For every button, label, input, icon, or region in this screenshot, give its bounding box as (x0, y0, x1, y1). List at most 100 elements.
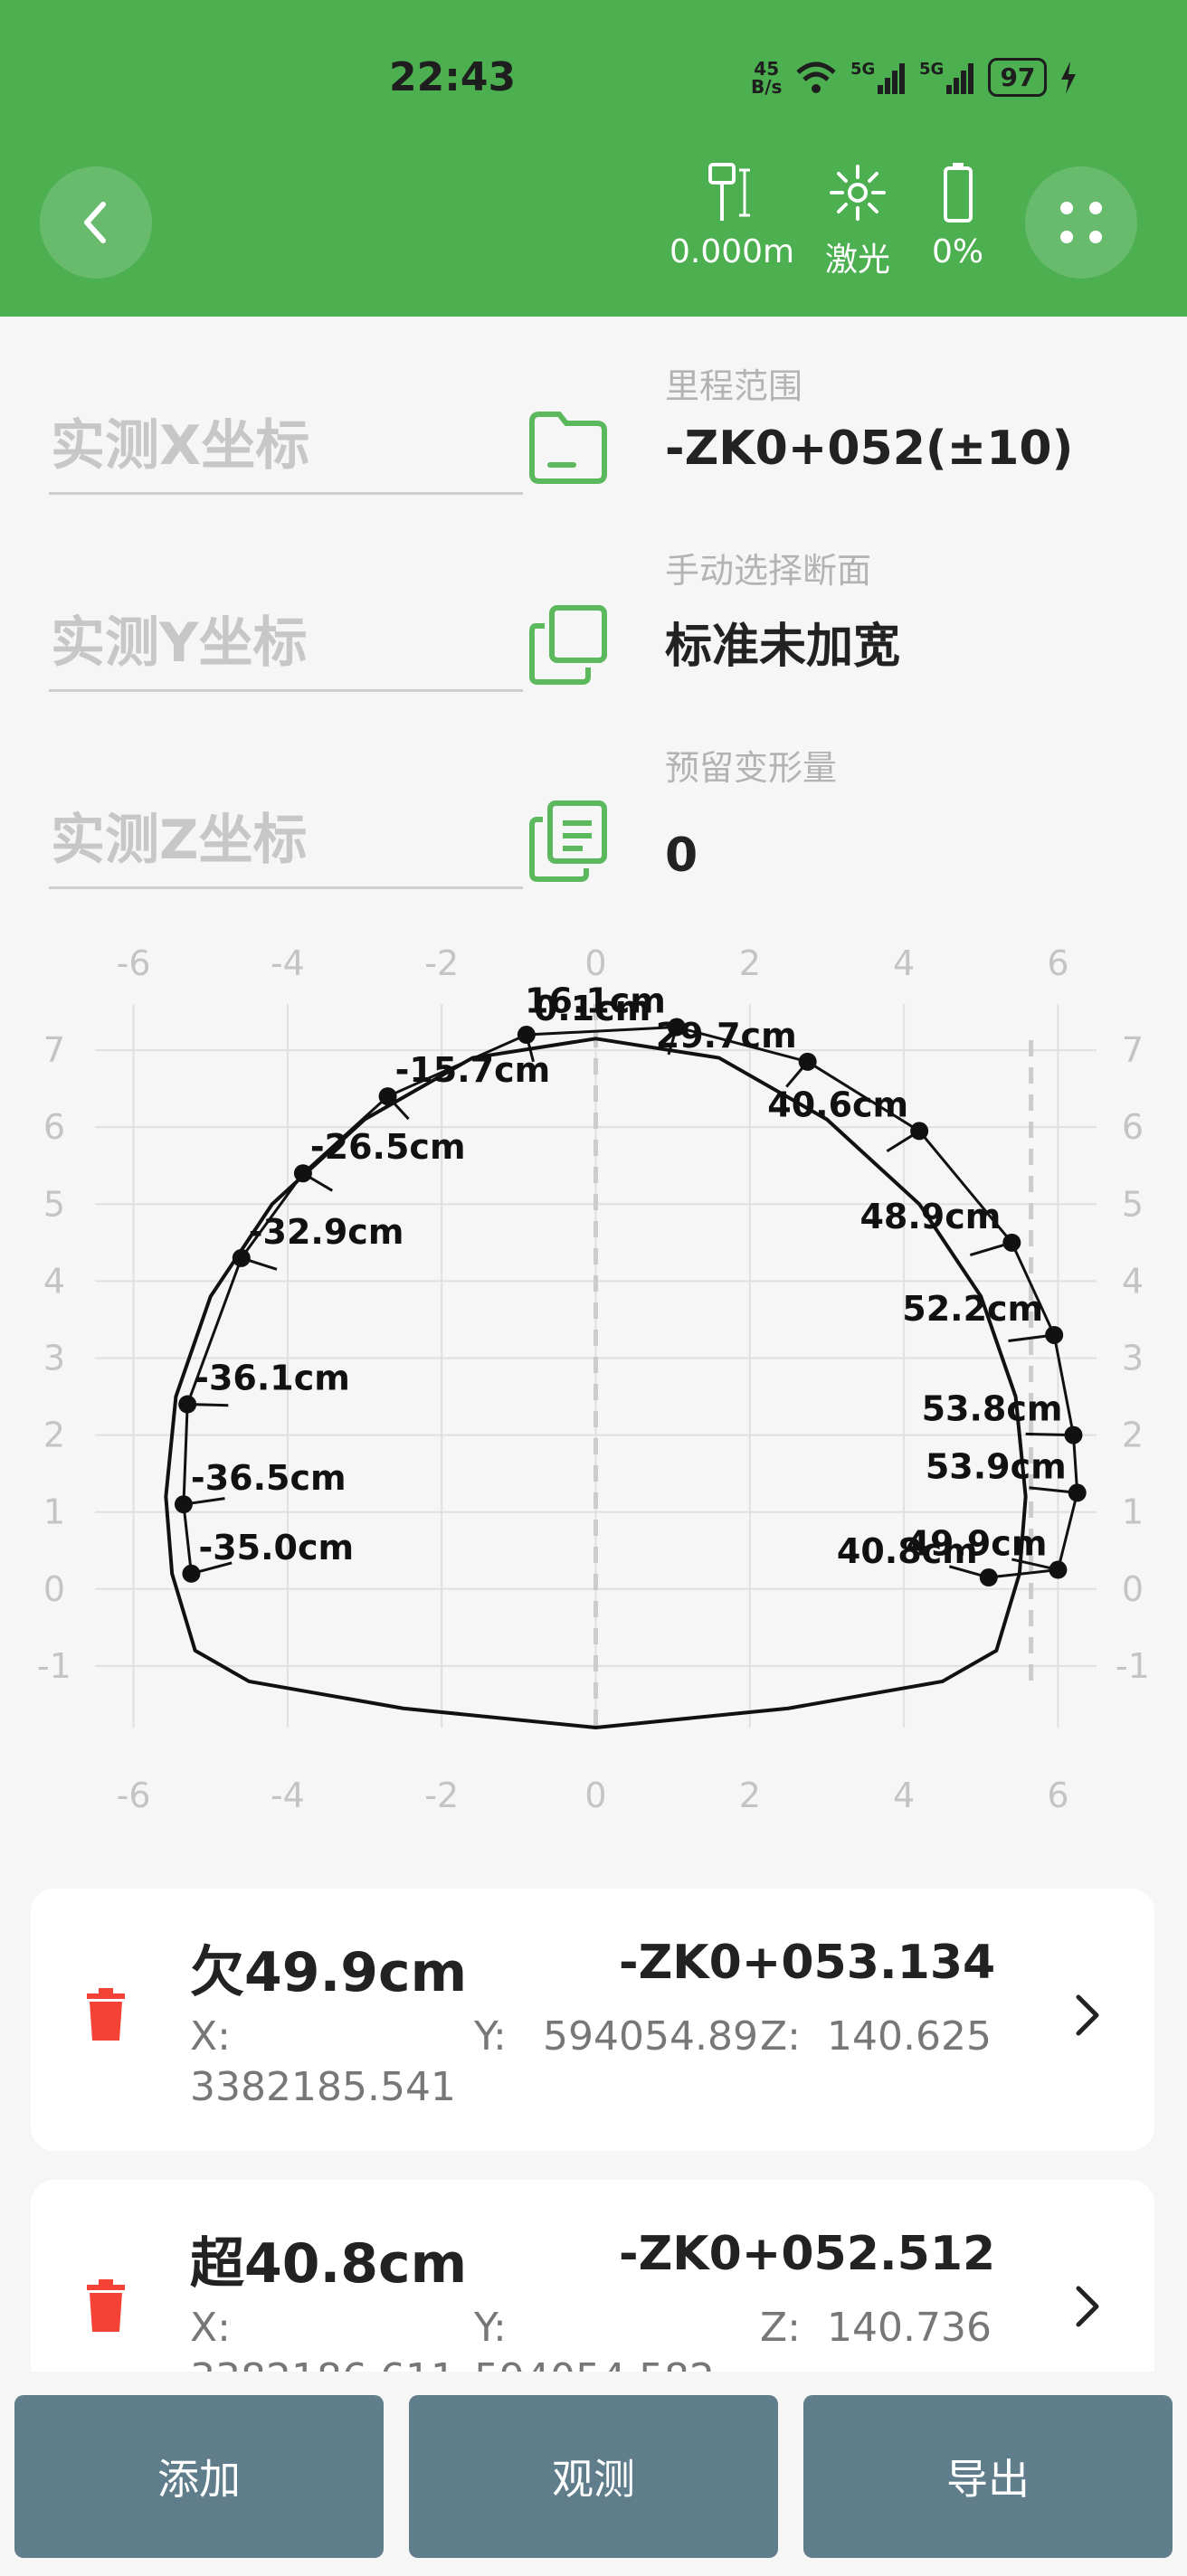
measured-point (182, 1564, 201, 1583)
device-battery-value: 0% (932, 233, 984, 270)
x-tick-label-bottom: 4 (893, 1776, 915, 1815)
point-label: -36.1cm (195, 1359, 350, 1398)
record-z-label: Z: (760, 2305, 801, 2351)
y-tick-label-right: 3 (1122, 1338, 1144, 1378)
record-station: -ZK0+052.512 (619, 2227, 996, 2281)
app-header: 22:43 45 B/s 5G 5G 97 0.000m 激光 0% (0, 0, 1187, 317)
wifi-icon (796, 62, 837, 93)
y-tick-label-right: -1 (1116, 1646, 1150, 1686)
document-icon[interactable] (525, 798, 612, 885)
y-tick-label-right: 4 (1122, 1261, 1144, 1301)
measured-point (1002, 1233, 1021, 1252)
y-coordinate-input[interactable] (49, 599, 527, 687)
signal-icon-2: 5G (919, 60, 974, 94)
point-label: -36.5cm (191, 1458, 347, 1498)
point-label: 40.6cm (767, 1084, 908, 1124)
measured-point (378, 1087, 397, 1106)
point-label: 53.9cm (926, 1446, 1067, 1486)
measured-point (1068, 1483, 1087, 1502)
folder-icon[interactable] (525, 403, 612, 490)
point-label: -35.0cm (198, 1528, 354, 1567)
point-label: -15.7cm (395, 1050, 551, 1090)
measured-point (174, 1495, 193, 1514)
prism-pole-icon (708, 163, 751, 221)
height-status[interactable]: 0.000m (669, 161, 794, 270)
x-coordinate-input[interactable] (49, 402, 527, 490)
section-value[interactable]: 标准未加宽 (665, 608, 900, 676)
measured-point (910, 1122, 929, 1141)
height-value: 0.000m (669, 233, 795, 270)
y-tick-label-right: 0 (1122, 1569, 1144, 1609)
measured-point (1049, 1560, 1068, 1579)
record-x-value: 3382185.541 (190, 2064, 456, 2110)
point-label: 53.8cm (922, 1389, 1063, 1429)
svg-text:5G: 5G (919, 60, 944, 79)
bottom-action-bar: 添加 观测 导出 (0, 2372, 1187, 2576)
y-tick-label-left: 3 (43, 1338, 65, 1378)
add-button[interactable]: 添加 (14, 2395, 384, 2558)
net-speed: 45 B/s (751, 57, 783, 98)
z-coordinate-field-wrap (49, 796, 527, 889)
measured-point (798, 1052, 817, 1071)
measured-point (232, 1248, 251, 1267)
measured-point (293, 1164, 312, 1183)
point-label: -32.9cm (249, 1212, 404, 1252)
mileage-value[interactable]: -ZK0+052(±10) (665, 421, 1073, 476)
copy-icon[interactable] (525, 601, 612, 687)
y-tick-label-left: 2 (43, 1416, 65, 1455)
battery-indicator: 97 (988, 58, 1048, 97)
y-tick-label-left: 4 (43, 1261, 65, 1301)
x-tick-label-bottom: -4 (271, 1776, 305, 1815)
delete-icon[interactable] (85, 2279, 127, 2334)
more-button[interactable] (1025, 166, 1137, 279)
status-time: 22:43 (389, 54, 517, 100)
laser-status[interactable]: 激光 (825, 161, 890, 280)
record-z-value: 140.736 (827, 2305, 992, 2351)
laser-icon (830, 165, 886, 221)
device-battery-status: 0% (932, 161, 983, 270)
dots-grid-icon (1060, 202, 1102, 243)
record-x-label: X: (190, 2013, 231, 2060)
x-tick-label-top: 6 (1047, 943, 1068, 983)
measured-point (979, 1568, 998, 1587)
point-label: 40.8cm (837, 1531, 978, 1571)
point-label: 29.7cm (656, 1016, 797, 1056)
x-tick-label-top: 2 (739, 943, 761, 983)
x-tick-label-bottom: 6 (1047, 1776, 1068, 1815)
deform-value[interactable]: 0 (665, 829, 698, 883)
y-tick-label-right: 2 (1122, 1416, 1144, 1455)
x-tick-label-bottom: -2 (424, 1776, 459, 1815)
chevron-right-icon[interactable] (1071, 2281, 1104, 2332)
y-tick-label-right: 7 (1122, 1030, 1144, 1070)
record-x-label: X: (190, 2305, 231, 2351)
record-title: 欠49.9cm (190, 1941, 468, 2004)
x-tick-label-top: -6 (117, 943, 151, 983)
record-station: -ZK0+053.134 (619, 1936, 996, 1990)
x-tick-label-top: -2 (424, 943, 459, 983)
point-label: 48.9cm (859, 1197, 1001, 1236)
export-button[interactable]: 导出 (803, 2395, 1173, 2558)
delete-icon[interactable] (85, 1988, 127, 2042)
record-z-label: Z: (760, 2013, 801, 2060)
y-tick-label-right: 1 (1122, 1492, 1144, 1532)
y-tick-label-right: 6 (1122, 1107, 1144, 1147)
observe-button[interactable]: 观测 (409, 2395, 778, 2558)
x-tick-label-bottom: -6 (117, 1776, 151, 1815)
z-coordinate-input[interactable] (49, 796, 527, 885)
status-icons: 45 B/s 5G 5G 97 (751, 58, 1078, 97)
back-button[interactable] (40, 166, 152, 279)
point-label: -26.5cm (310, 1127, 466, 1167)
y-tick-label-left: -1 (37, 1646, 71, 1686)
measured-point (1064, 1425, 1083, 1444)
svg-text:5G: 5G (850, 60, 875, 79)
y-tick-label-left: 1 (43, 1492, 65, 1532)
tunnel-profile-chart[interactable]: -6 -6 -4 -4 -2 -2 0 0 2 2 4 4 6 6 7 7 6 6 5 5 4 4 3 3 2 2 1 1 0 0 -1 -1… (0, 932, 1187, 1827)
point-label: 16.1cm (525, 981, 666, 1021)
record-card-1[interactable]: 欠49.9cm -ZK0+053.134 X: 3382185.541 Y: 5… (31, 1889, 1154, 2151)
record-z-value: 140.625 (827, 2013, 992, 2060)
y-tick-label-right: 5 (1122, 1184, 1144, 1224)
chevron-left-icon (84, 202, 106, 243)
chevron-right-icon[interactable] (1071, 1990, 1104, 2041)
y-tick-label-left: 5 (43, 1184, 65, 1224)
x-coordinate-field-wrap (49, 402, 527, 495)
